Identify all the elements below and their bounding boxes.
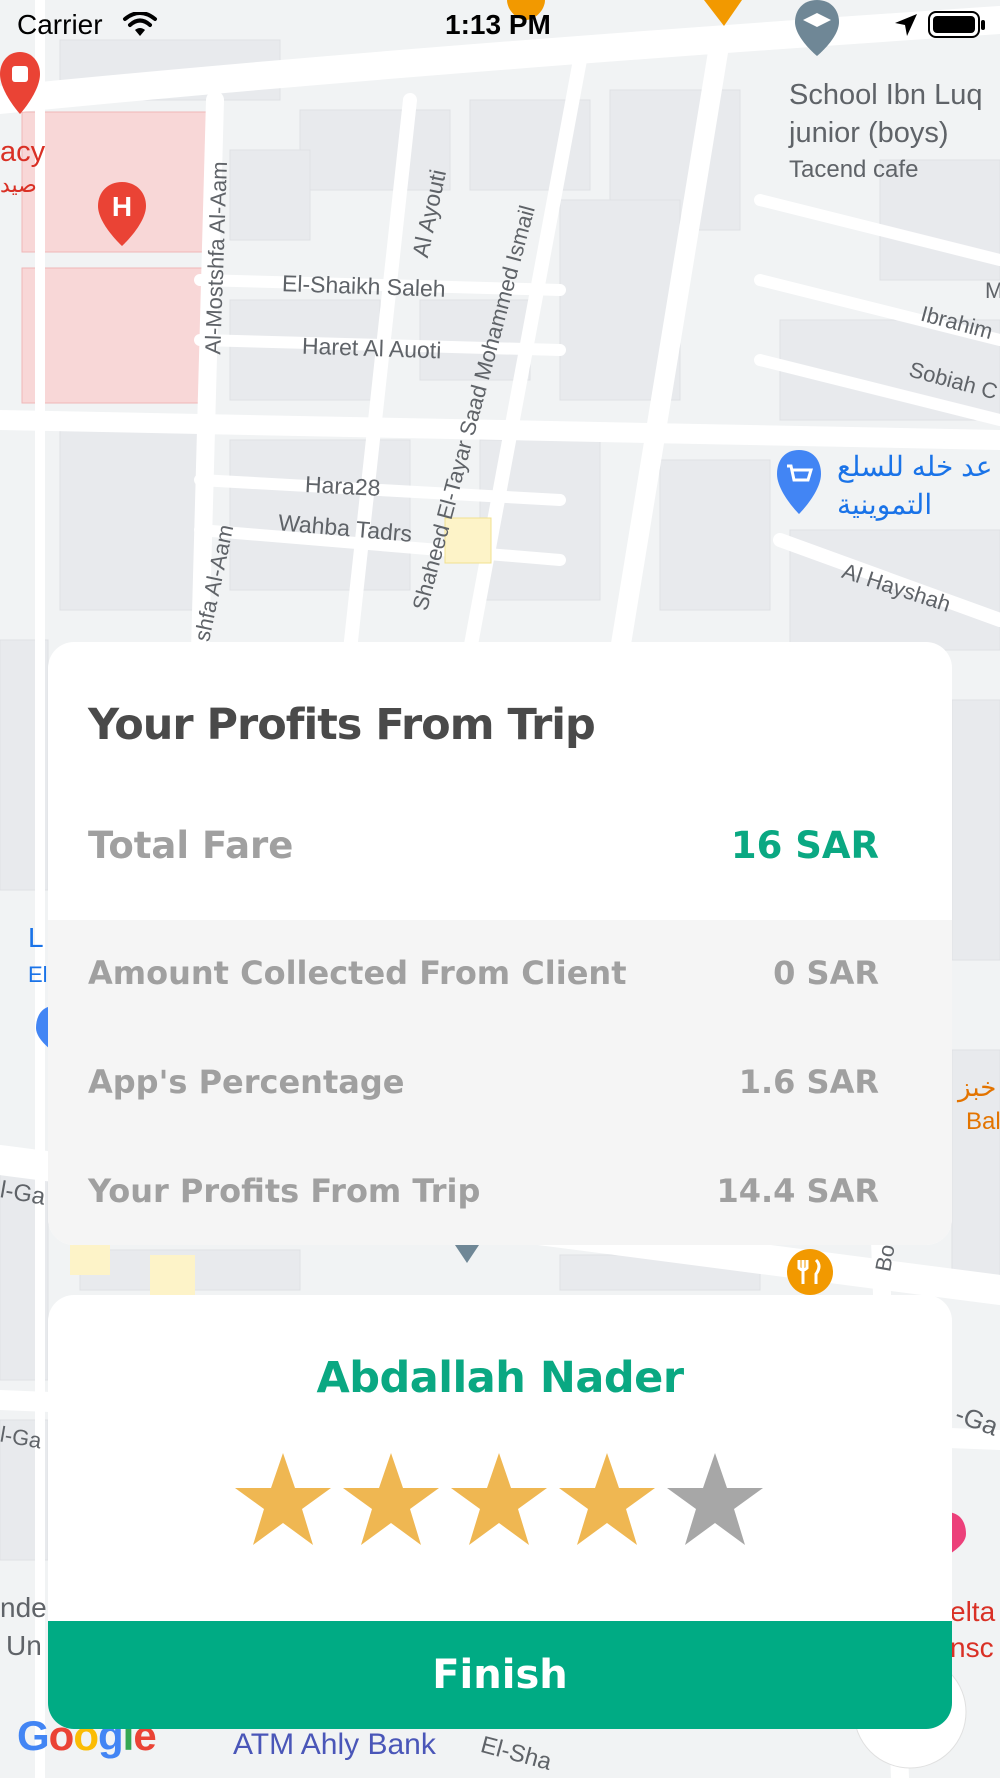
wifi-icon [123, 12, 157, 36]
amount-collected-value: 0 SAR [773, 954, 879, 992]
map-label-un: Un [6, 1630, 42, 1661]
map-label-left-el: El [28, 962, 48, 987]
status-time: 1:13 PM [445, 9, 551, 40]
street-haret-al-auoti: Haret Al Auoti [301, 332, 442, 364]
map-label-bakery-en: Bal [966, 1108, 1000, 1135]
app-percentage-label: App's Percentage [88, 1063, 405, 1101]
hospital-pin-icon[interactable]: H [96, 180, 148, 248]
your-profits-label: Your Profits From Trip [88, 1172, 481, 1210]
map-label-elta: elta I [950, 1596, 1000, 1627]
pharmacy-pin-icon[interactable] [0, 50, 42, 118]
school-label-line1: School Ibn Luq [789, 79, 983, 111]
grocery-label-line1: عد خله للسلع [837, 451, 993, 482]
map-label-bakery-ar: خبز [958, 1072, 997, 1102]
finish-button[interactable]: Finish [48, 1621, 952, 1729]
app-percentage-value: 1.6 SAR [738, 1063, 879, 1101]
map-label-atm[interactable]: ATM Ahly Bank [233, 1728, 436, 1762]
star-rating[interactable] [233, 1450, 773, 1550]
grocery-pin-icon[interactable] [775, 448, 823, 516]
map-label-pharmacy[interactable]: acy [0, 136, 45, 169]
location-arrow-icon [895, 14, 917, 36]
status-bar: Carrier 1:13 PM [0, 0, 1000, 50]
restaurant-pin-icon[interactable] [786, 1248, 834, 1296]
total-fare-label: Total Fare [88, 824, 294, 867]
profits-card-title: Your Profits From Trip [88, 700, 596, 750]
rating-card: Abdallah Nader Finish [48, 1295, 952, 1729]
map-label-pharmacy-ar: صيد [0, 172, 37, 197]
star-filled-icon[interactable] [557, 1450, 657, 1550]
total-fare-value: 16 SAR [730, 824, 879, 867]
fare-breakdown-section: Amount Collected From Client 0 SAR App's… [48, 920, 952, 1245]
map-label-grocery[interactable]: عد خله للسلع التموينية [837, 448, 993, 524]
battery-icon [928, 11, 985, 38]
star-filled-icon[interactable] [449, 1450, 549, 1550]
school-label-line2: junior (boys) [789, 117, 949, 149]
your-profits-value: 14.4 SAR [716, 1172, 879, 1210]
star-filled-icon[interactable] [233, 1450, 333, 1550]
map-label-cafe[interactable]: Tacend cafe [789, 156, 918, 184]
profits-card: Your Profits From Trip Total Fare 16 SAR… [48, 642, 952, 1245]
star-filled-icon[interactable] [341, 1450, 441, 1550]
map-marker-small-icon [455, 1245, 479, 1263]
map-label-nde: nde [0, 1592, 47, 1623]
svg-text:H: H [112, 191, 132, 222]
grocery-label-line2: التموينية [837, 489, 933, 520]
map-label-left-l: L [28, 922, 44, 953]
amount-collected-label: Amount Collected From Client [88, 954, 627, 992]
star-empty-icon[interactable] [665, 1450, 765, 1550]
street-bo: Bo [870, 1242, 900, 1274]
carrier-label: Carrier [17, 9, 103, 40]
map-label-school[interactable]: School Ibn Luq junior (boys) [789, 76, 982, 152]
street-el-shaikh-saleh: El-Shaikh Saleh [281, 270, 447, 302]
total-fare-row: Total Fare 16 SAR [48, 824, 952, 920]
street-m: M [985, 278, 1000, 303]
client-name: Abdallah Nader [316, 1353, 684, 1403]
street-hara28: Hara28 [304, 471, 382, 501]
